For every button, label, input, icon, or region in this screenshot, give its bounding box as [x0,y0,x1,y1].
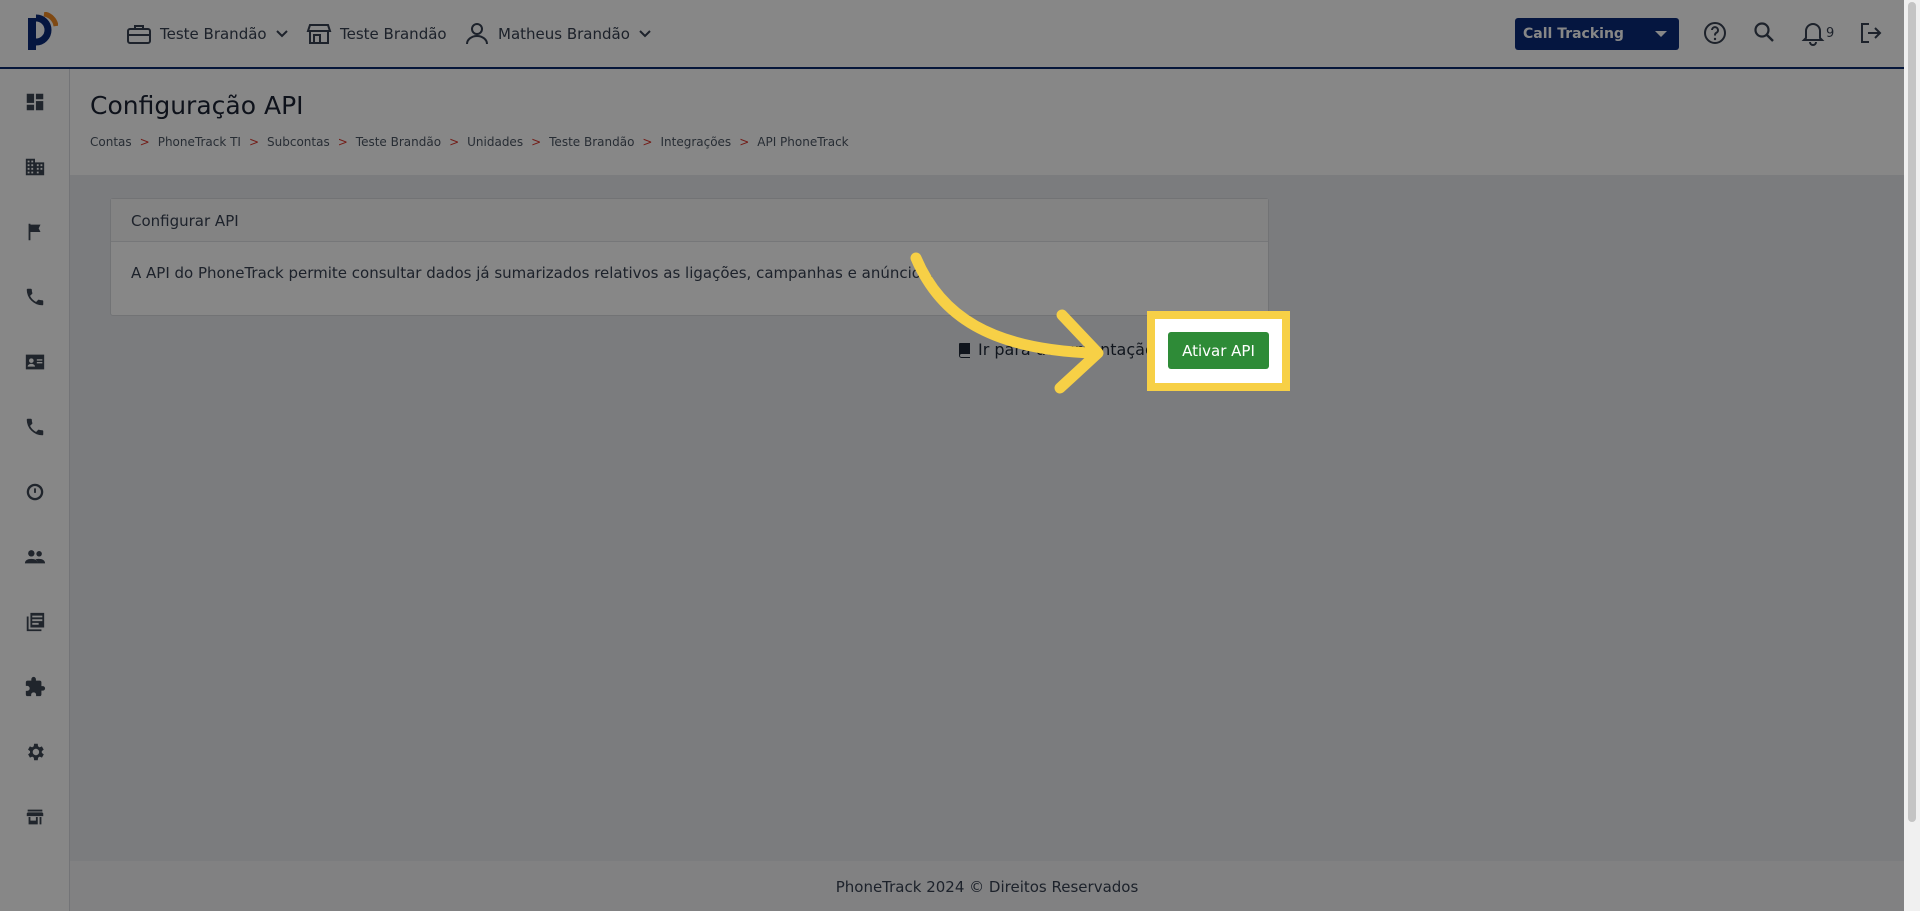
breadcrumb-separator: > [337,135,348,149]
configure-api-card: Configurar API A API do PhoneTrack permi… [110,198,1269,316]
phonetrack-logo[interactable] [22,12,58,56]
users-icon [24,550,46,564]
card-description: A API do PhoneTrack permite consultar da… [131,264,934,282]
phone-icon [26,288,44,306]
flag-icon [28,223,41,241]
sidebar-item-calls[interactable] [24,286,46,308]
product-select[interactable]: Call Tracking [1515,18,1679,50]
breadcrumb-separator: > [642,135,653,149]
contact-card-icon [25,354,45,370]
sidebar-item-reports[interactable] [24,481,46,503]
footer: PhoneTrack 2024 © Direitos Reservados [70,861,1904,911]
breadcrumb-current: API PhoneTrack [757,135,849,149]
breadcrumb-item[interactable]: Contas [90,135,132,149]
sidebar-item-users[interactable] [24,546,46,568]
sidebar [0,69,70,911]
store-icon [26,809,44,825]
documentation-link[interactable]: Ir para documentação [958,340,1155,359]
breadcrumb-separator: > [531,135,542,149]
breadcrumb-item[interactable]: PhoneTrack TI [158,135,241,149]
sidebar-item-library[interactable] [24,611,46,633]
notification-count: 9 [1826,26,1835,41]
top-bar: Teste Brandão Teste Brandão Matheus Bran… [0,0,1904,69]
logout-icon[interactable] [1858,20,1884,46]
dashboard-icon [26,93,44,111]
page-header: Configuração API Contas > PhoneTrack TI > … [70,69,1904,175]
breadcrumb-item[interactable]: Subcontas [267,135,330,149]
breadcrumb-item[interactable]: Teste Brandão [549,135,634,149]
breadcrumb-separator: > [739,135,750,149]
sidebar-item-companies[interactable] [24,156,46,178]
building-icon [25,158,45,176]
activate-api-button[interactable]: Ativar API [1168,332,1269,369]
bell-icon[interactable] [1800,20,1826,46]
scrollbar-thumb[interactable] [1908,2,1916,822]
user-label: Matheus Brandão [498,25,630,43]
library-icon [26,612,45,632]
breadcrumb: Contas > PhoneTrack TI > Subcontas > Teste … [90,135,849,149]
gauge-icon [26,483,44,501]
unit-selector[interactable]: Teste Brandão [306,22,447,46]
help-icon[interactable] [1702,20,1728,46]
sidebar-item-contacts[interactable] [24,351,46,373]
sidebar-item-campaigns[interactable] [24,221,46,243]
sidebar-item-stores[interactable] [24,806,46,828]
account-selector[interactable]: Teste Brandão [126,22,289,46]
sidebar-item-integrations[interactable] [24,676,46,698]
footer-text: PhoneTrack 2024 © Direitos Reservados [835,878,1139,896]
chevron-down-icon [639,30,651,38]
store-icon [306,24,332,44]
unit-label: Teste Brandão [340,25,447,43]
sidebar-item-settings[interactable] [24,741,46,763]
chevron-down-icon [275,30,288,38]
breadcrumb-item[interactable]: Teste Brandão [356,135,441,149]
sidebar-item-dashboard[interactable] [24,91,46,113]
search-icon[interactable] [1752,20,1778,46]
documentation-link-label: Ir para documentação [978,340,1155,359]
card-title: Configurar API [111,199,1268,242]
briefcase-icon [127,25,151,44]
page-title: Configuração API [90,91,304,120]
book-icon [959,342,970,358]
product-select-value: Call Tracking [1523,26,1624,42]
caret-down-icon [1655,31,1667,37]
user-icon [466,23,488,45]
account-label: Teste Brandão [160,25,267,43]
gear-icon [28,743,44,761]
phone-icon [26,418,44,436]
breadcrumb-separator: > [139,135,150,149]
sidebar-item-numbers[interactable] [24,416,46,438]
breadcrumb-item[interactable]: Unidades [467,135,523,149]
breadcrumb-separator: > [248,135,260,149]
user-menu[interactable]: Matheus Brandão [464,22,652,46]
puzzle-icon [25,676,46,697]
breadcrumb-item[interactable]: Integrações [660,135,731,149]
breadcrumb-separator: > [449,135,460,149]
